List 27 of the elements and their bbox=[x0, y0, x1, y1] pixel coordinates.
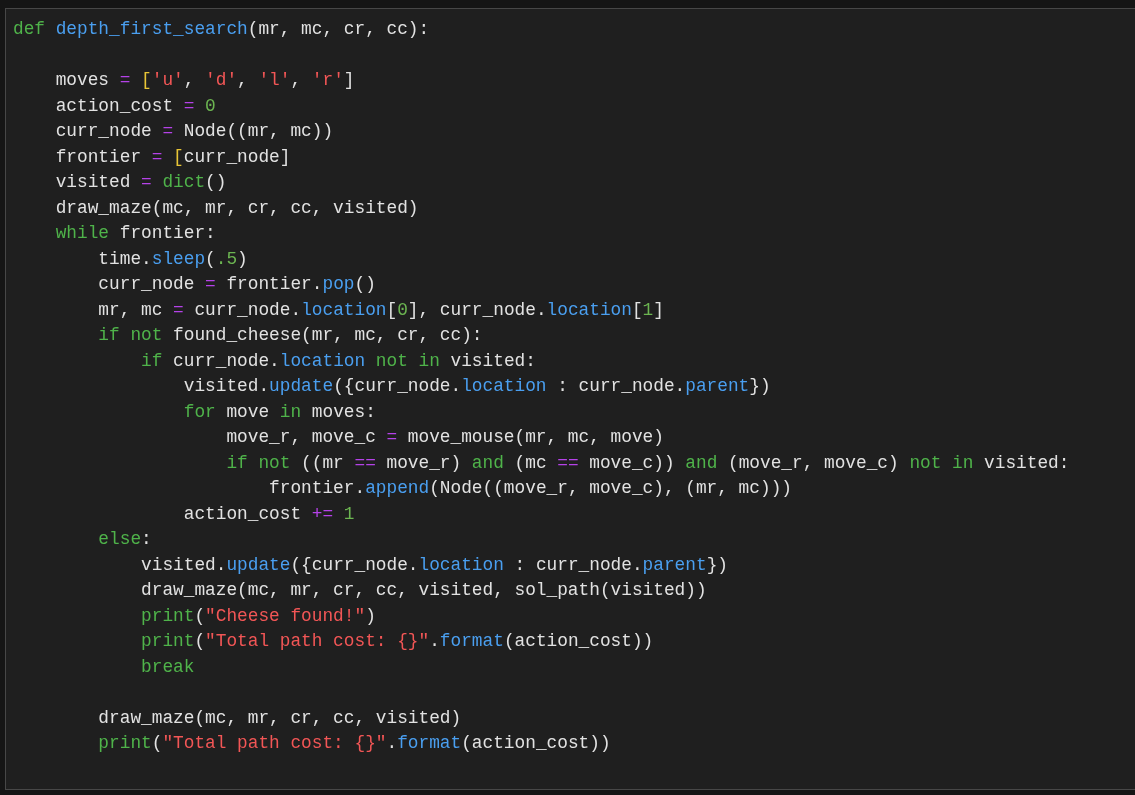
code-line: move_r, move_c = move_mouse(mr, mc, move) bbox=[225, 426, 664, 449]
code-line: print("Total path cost: {}".format(action_cost)) bbox=[97, 732, 611, 755]
code-line: frontier.append(Node((move_r, move_c), (mr, mc))) bbox=[268, 477, 792, 500]
code-line: visited = dict() bbox=[54, 171, 227, 194]
code-line: action_cost += 1 bbox=[182, 502, 355, 526]
code-line: visited.update({curr_node.location : curr_node.parent}) bbox=[182, 375, 771, 398]
code-line: draw_maze(mc, mr, cr, cc, visited) bbox=[54, 196, 419, 220]
code-line: frontier = [curr_node] bbox=[54, 145, 291, 169]
code-line: def depth_first_search(mr, mc, cr, cc): bbox=[13, 18, 430, 41]
code-line: curr_node = Node((mr, mc)) bbox=[54, 120, 334, 143]
code-line: for move in moves: bbox=[182, 400, 376, 424]
code-line: moves = ['u', 'd', 'l', 'r'] bbox=[54, 69, 355, 92]
code-line: print("Cheese found!") bbox=[140, 604, 376, 628]
code-line: if not found_cheese(mr, mc, cr, cc): bbox=[97, 324, 483, 347]
code-line: else: bbox=[97, 528, 152, 551]
code-line: curr_node = frontier.pop() bbox=[97, 273, 376, 296]
code-line: while frontier: bbox=[54, 222, 216, 245]
code-line: print("Total path cost: {}".format(action_cost)) bbox=[140, 630, 654, 653]
code-line: mr, mc = curr_node.location[0], curr_node.location[1] bbox=[97, 298, 664, 322]
code-line: action_cost = 0 bbox=[54, 94, 216, 118]
code-line: visited.update({curr_node.location : curr_node.parent}) bbox=[140, 553, 728, 577]
code-line: if curr_node.location not in visited: bbox=[140, 349, 536, 373]
code-line: time.sleep(.5) bbox=[97, 247, 248, 271]
code-line: if not ((mr == move_r) and (mc == move_c)) and (move_r, move_c) not in visited: bbox=[225, 451, 1070, 475]
code-line: break bbox=[140, 655, 195, 679]
code-line: draw_maze(mc, mr, cr, cc, visited, sol_path(visited)) bbox=[140, 579, 707, 602]
code-line: draw_maze(mc, mr, cr, cc, visited) bbox=[97, 706, 462, 730]
